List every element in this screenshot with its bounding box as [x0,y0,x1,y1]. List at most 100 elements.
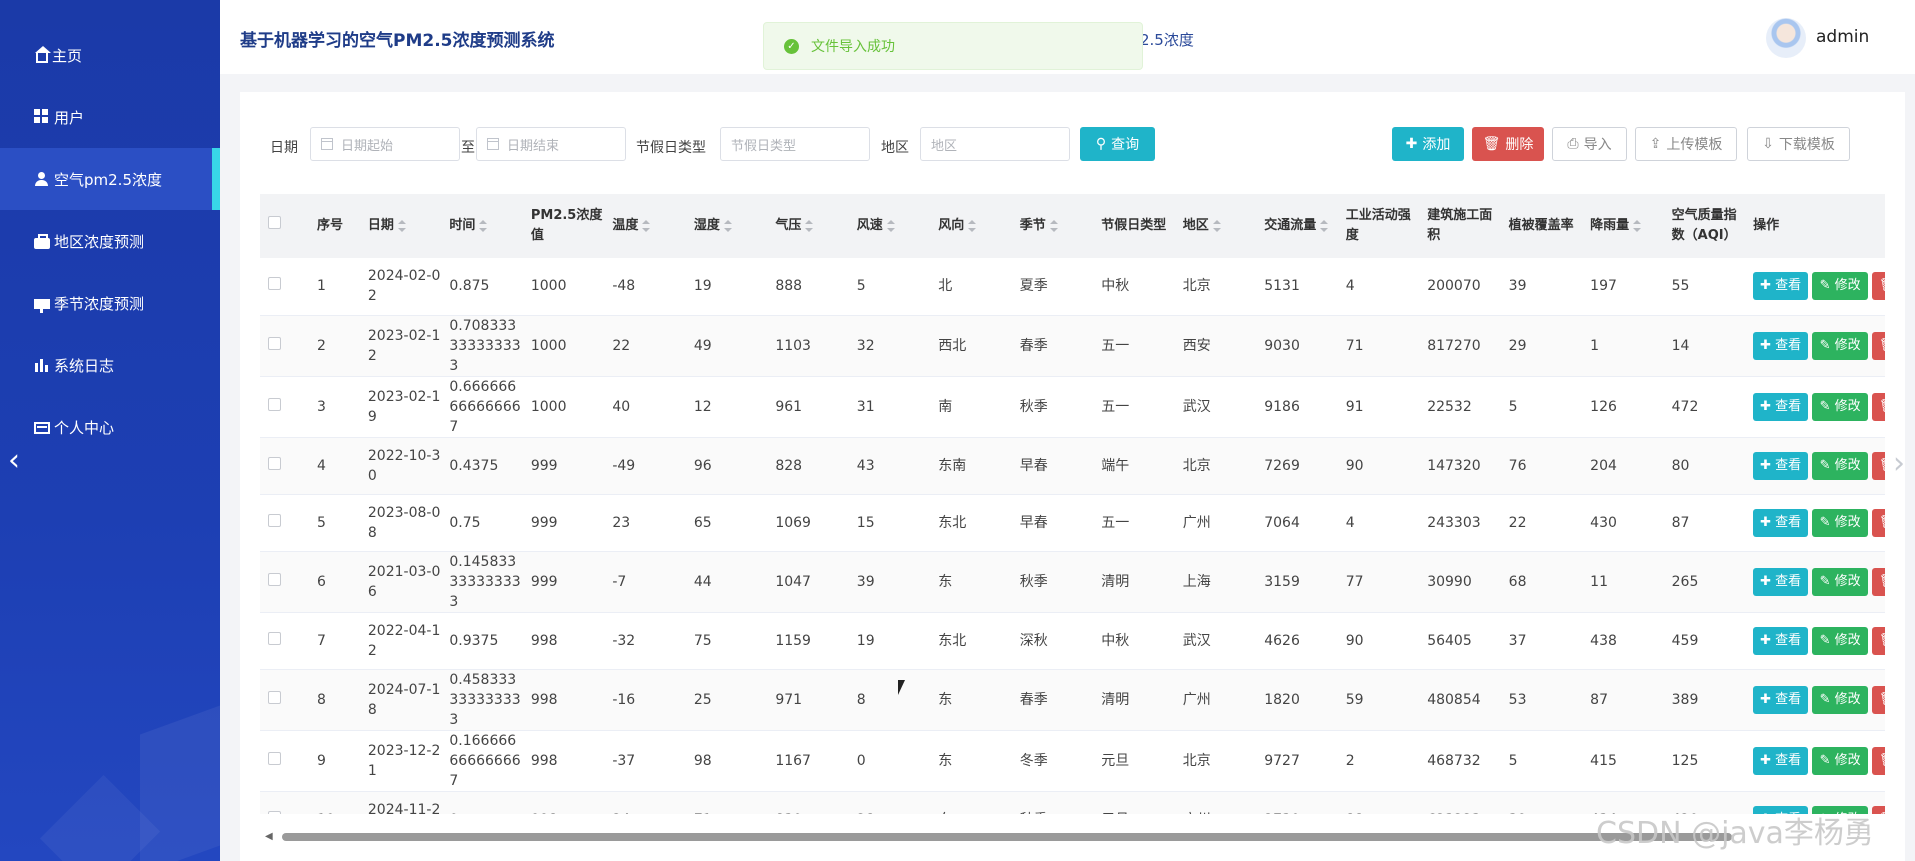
row-select-cell[interactable] [260,669,313,731]
row-select-cell[interactable] [260,612,313,670]
date-end-input[interactable]: 日期结束 [476,127,626,161]
region-input[interactable]: 地区 [920,127,1070,161]
holiday-type-input[interactable]: 节假日类型 [720,127,870,161]
sidebar-item-users[interactable]: 用户 [0,86,220,148]
scroll-left-icon[interactable]: ◀ [265,831,273,842]
query-button[interactable]: ⚲ 查询 [1080,127,1155,161]
view-button[interactable]: ✚ 查看 [1753,626,1809,655]
sidebar-item-pm25[interactable]: 空气pm2.5浓度 [0,148,220,210]
table-row[interactable]: 2 2023-02-12 0.708333333333333 1000 22 49 1103… [260,315,1885,377]
table-row[interactable]: 1 2024-02-02 0.875 1000 -48 19 888 5 北夏季 中秋 北京 5131… [260,258,1885,316]
edit-button[interactable]: ✎ 修改 [1812,746,1869,775]
edit-button[interactable]: ✎ 修改 [1812,567,1869,596]
column-header[interactable]: 湿度 [689,194,772,258]
row-checkbox[interactable] [268,572,281,586]
sort-icon[interactable] [479,219,488,232]
table-row[interactable]: 7 2022-04-12 0.9375 998 -32 75 1159 19 东北 深秋 中秋 武汉 4… [260,612,1885,670]
row-select-cell[interactable] [260,551,313,613]
view-button[interactable]: ✚ 查看 [1753,508,1809,537]
sort-icon[interactable] [397,219,406,232]
import-button[interactable]: ⎙ 导入 [1552,127,1627,161]
delete-row-button[interactable]: 🗑 [1872,567,1885,596]
avatar[interactable] [1766,18,1806,58]
column-header[interactable]: 气压 [771,194,853,258]
sort-icon[interactable] [1049,219,1058,232]
view-button[interactable]: ✚ 查看 [1753,451,1809,480]
delete-row-button[interactable]: 🗑 [1872,685,1885,714]
delete-button[interactable]: 🗑 删除 [1472,127,1544,161]
column-header[interactable]: 风向 [934,194,1016,258]
row-select-cell[interactable] [260,315,313,377]
delete-row-button[interactable]: 🗑 [1872,805,1885,814]
table-row[interactable]: 8 2024-07-18 0.458333333333333 998 -16 25 971 8… [260,669,1885,731]
delete-row-button[interactable]: 🗑 [1872,272,1885,301]
table-row[interactable]: 6 2021-03-06 0.145833333333333 999 -7 44 1047 3… [260,551,1885,613]
row-checkbox[interactable] [268,397,281,411]
table-row[interactable]: 9 2023-12-21 0.166666666666667 998 -37 98 1167… [260,730,1885,792]
sort-icon[interactable] [968,219,977,232]
column-header[interactable]: 交通流量 [1260,194,1342,258]
column-header[interactable]: 日期 [363,194,446,258]
view-button[interactable]: ✚ 查看 [1753,331,1809,360]
column-header[interactable]: 风速 [852,194,935,258]
edit-button[interactable]: ✎ 修改 [1812,451,1869,480]
download-template-button[interactable]: ⇩ 下载模板 [1747,127,1850,161]
column-header[interactable]: 季节 [1015,194,1098,258]
sort-icon[interactable] [1633,219,1642,232]
edit-button[interactable]: ✎ 修改 [1812,392,1869,421]
breadcrumb[interactable]: 2.5浓度 [1140,29,1194,50]
date-start-input[interactable]: 日期起始 [310,127,460,161]
table-row[interactable]: 5 2023-08-08 0.75 999 23 65 1069 15 东北 早春 五一 广州 7064… [260,494,1885,552]
view-button[interactable]: ✚ 查看 [1753,272,1809,301]
sort-icon[interactable] [805,219,814,232]
sort-icon[interactable] [886,219,895,232]
sidebar-item-season-prediction[interactable]: 季节浓度预测 [0,272,220,334]
select-all-checkbox[interactable] [268,216,281,229]
row-checkbox[interactable] [268,751,281,765]
column-header[interactable]: 地区 [1178,194,1261,258]
row-select-cell[interactable] [260,494,313,552]
delete-row-button[interactable]: 🗑 [1872,626,1885,655]
view-button[interactable]: ✚ 查看 [1753,392,1809,421]
delete-row-button[interactable]: 🗑 [1872,746,1885,775]
add-button[interactable]: ✚ 添加 [1392,127,1464,161]
delete-row-button[interactable]: 🗑 [1872,508,1885,537]
edit-button[interactable]: ✎ 修改 [1812,331,1869,360]
sort-icon[interactable] [642,219,651,232]
column-header[interactable]: 时间 [445,194,527,258]
sort-icon[interactable] [1320,219,1329,232]
sidebar-item-region-prediction[interactable]: 地区浓度预测 [0,210,220,272]
sort-icon[interactable] [1212,219,1221,232]
view-button[interactable]: ✚ 查看 [1753,685,1809,714]
sidebar-item-home[interactable]: 主页 [0,24,220,86]
table-row[interactable]: 4 2022-10-30 0.4375 999 -49 96 828 43 东南 早春 端午 北京 72… [260,437,1885,495]
scrollbar-thumb[interactable] [282,833,1732,841]
row-checkbox[interactable] [268,336,281,350]
view-button[interactable]: ✚ 查看 [1753,567,1809,596]
row-checkbox[interactable] [268,513,281,527]
edit-button[interactable]: ✎ 修改 [1812,508,1869,537]
row-checkbox[interactable] [268,456,281,470]
collapse-sidebar-icon[interactable]: ‹ [8,446,26,476]
row-select-cell[interactable] [260,258,313,316]
edit-button[interactable]: ✎ 修改 [1812,626,1869,655]
row-checkbox[interactable] [268,631,281,645]
row-select-cell[interactable] [260,437,313,495]
sidebar-item-system-log[interactable]: 系统日志 [0,334,220,396]
column-header[interactable]: 温度 [608,194,690,258]
row-checkbox[interactable] [268,690,281,704]
row-select-cell[interactable] [260,730,313,792]
sort-icon[interactable] [723,219,732,232]
row-select-cell[interactable] [260,376,313,438]
delete-row-button[interactable]: 🗑 [1872,331,1885,360]
edit-button[interactable]: ✎ 修改 [1812,272,1869,301]
username[interactable]: admin [1816,27,1869,47]
row-select-cell[interactable] [260,791,313,814]
column-header[interactable]: 降雨量 [1586,194,1668,258]
sidebar-item-profile[interactable]: 个人中心 [0,396,220,458]
expand-right-icon[interactable]: › [1893,446,1905,481]
upload-template-button[interactable]: ⇪ 上传模板 [1635,127,1737,161]
row-checkbox[interactable] [268,277,281,291]
delete-row-button[interactable]: 🗑 [1872,451,1885,480]
view-button[interactable]: ✚ 查看 [1753,746,1809,775]
